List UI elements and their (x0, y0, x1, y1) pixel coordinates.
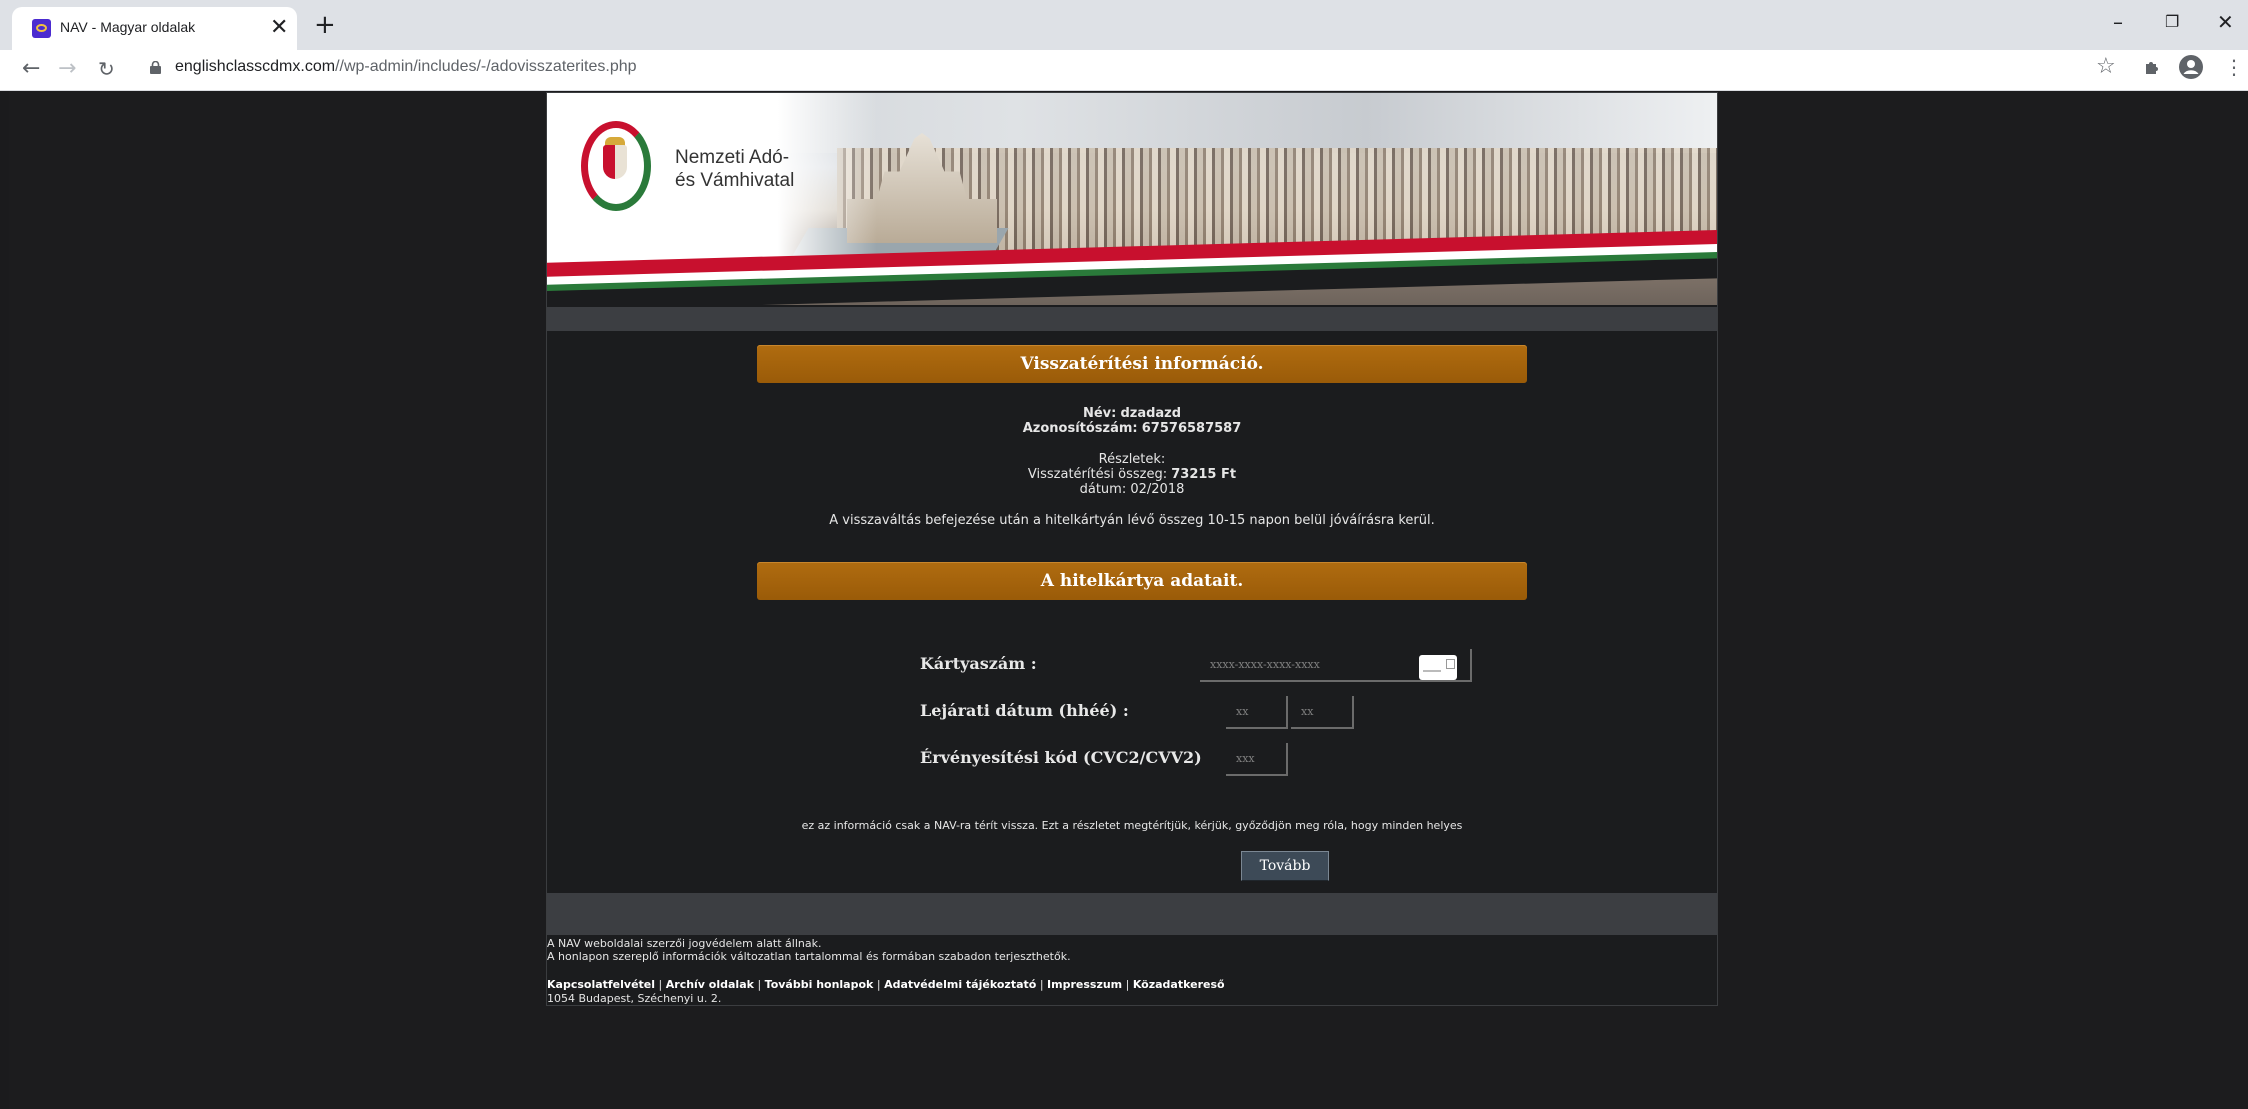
logo-text: Nemzeti Adó- és Vámhivatal (675, 146, 794, 192)
tab-bar: NAV - Magyar oldalak ✕ + – ❐ ✕ (0, 0, 2248, 50)
url-host: englishclasscdmx.com (175, 58, 336, 75)
back-icon[interactable]: ← (22, 56, 40, 82)
menu-icon[interactable]: ⋮ (2224, 53, 2244, 81)
footer-link-imprint[interactable]: Impresszum (1047, 978, 1122, 991)
name-label: Név: (1082, 406, 1117, 421)
id-value: 67576587587 (1141, 421, 1242, 436)
card-section-title: A hitelkártya adatait. (757, 562, 1527, 600)
name-line: Név: dzadazd (547, 406, 1717, 421)
browser-tab[interactable]: NAV - Magyar oldalak ✕ (12, 7, 297, 50)
credit-card-icon (1419, 655, 1457, 680)
footer-link-more-sites[interactable]: További honlapok (765, 978, 874, 991)
refund-notice: A visszaváltás befejezése után a hitelká… (829, 513, 1435, 528)
footer-license: A honlapon szereplő információk változat… (547, 950, 1071, 963)
top-divider-bar (547, 307, 1717, 331)
footer-links: Kapcsolatfelvétel | Archív oldalak | Tov… (547, 978, 1225, 991)
details-label: Részletek: (1098, 452, 1166, 467)
reload-icon[interactable]: ↻ (98, 56, 115, 82)
expiry-year-input[interactable] (1291, 696, 1354, 729)
date-line: dátum: 02/2018 (547, 482, 1717, 497)
footer-link-privacy[interactable]: Adatvédelmi tájékoztató (884, 978, 1036, 991)
address-bar[interactable]: englishclasscdmx.com//wp-admin/includes/… (175, 58, 637, 76)
nav-favicon-icon (32, 19, 51, 38)
star-icon[interactable]: ☆ (2096, 53, 2116, 81)
id-line: Azonosítószám: 67576587587 (547, 421, 1717, 436)
forward-icon[interactable]: → (58, 56, 76, 82)
name-value: dzadazd (1120, 406, 1182, 421)
logo-line1: Nemzeti Adó- (675, 147, 790, 168)
amount-label: Visszatérítési összeg: (1027, 467, 1168, 482)
coat-of-arms-icon (603, 145, 627, 179)
new-tab-icon[interactable]: + (314, 12, 336, 38)
tab-title: NAV - Magyar oldalak (60, 19, 196, 35)
card-number-label: Kártyaszám : (920, 654, 1037, 673)
footer-copyright: A NAV weboldalai szerzői jogvédelem alat… (547, 937, 822, 950)
footer-link-contact[interactable]: Kapcsolatfelvétel (547, 978, 655, 991)
profile-icon[interactable] (2179, 55, 2203, 79)
continue-button[interactable]: Tovább (1241, 851, 1329, 881)
refund-section-title: Visszatérítési információ. (757, 345, 1527, 383)
tab-close-icon[interactable]: ✕ (270, 17, 288, 39)
expiry-label: Lejárati dátum (hhéé) : (920, 701, 1129, 720)
amount-line: Visszatérítési összeg: 73215 Ft (547, 467, 1717, 482)
bottom-divider-bar (547, 893, 1717, 935)
restore-icon[interactable]: ❐ (2165, 12, 2179, 31)
minimize-icon[interactable]: – (2113, 10, 2123, 34)
footer-link-public-data[interactable]: Közadatkereső (1133, 978, 1225, 991)
cvc-input[interactable] (1226, 743, 1288, 776)
amount-value: 73215 Ft (1171, 467, 1237, 482)
logo-line2: és Vámhivatal (675, 170, 795, 191)
header-banner: Nemzeti Adó- és Vámhivatal (547, 93, 1717, 305)
footer-address: 1054 Budapest, Széchenyi u. 2. (547, 992, 722, 1005)
date-value: 02/2018 (1130, 482, 1185, 497)
id-label: Azonosítószám: (1022, 421, 1138, 436)
url-path: //wp-admin/includes/-/adovisszaterites.p… (335, 58, 637, 75)
footer-link-archive[interactable]: Archív oldalak (666, 978, 754, 991)
date-label: dátum: (1079, 482, 1127, 497)
card-note: ez az információ csak a NAV-ra térít vis… (801, 819, 1463, 832)
close-icon[interactable]: ✕ (2217, 10, 2234, 34)
extensions-icon[interactable] (2143, 58, 2161, 76)
expiry-month-input[interactable] (1226, 696, 1288, 729)
cvc-label: Érvényesítési kód (CVC2/CVV2) (920, 748, 1202, 767)
lock-icon (150, 61, 161, 74)
